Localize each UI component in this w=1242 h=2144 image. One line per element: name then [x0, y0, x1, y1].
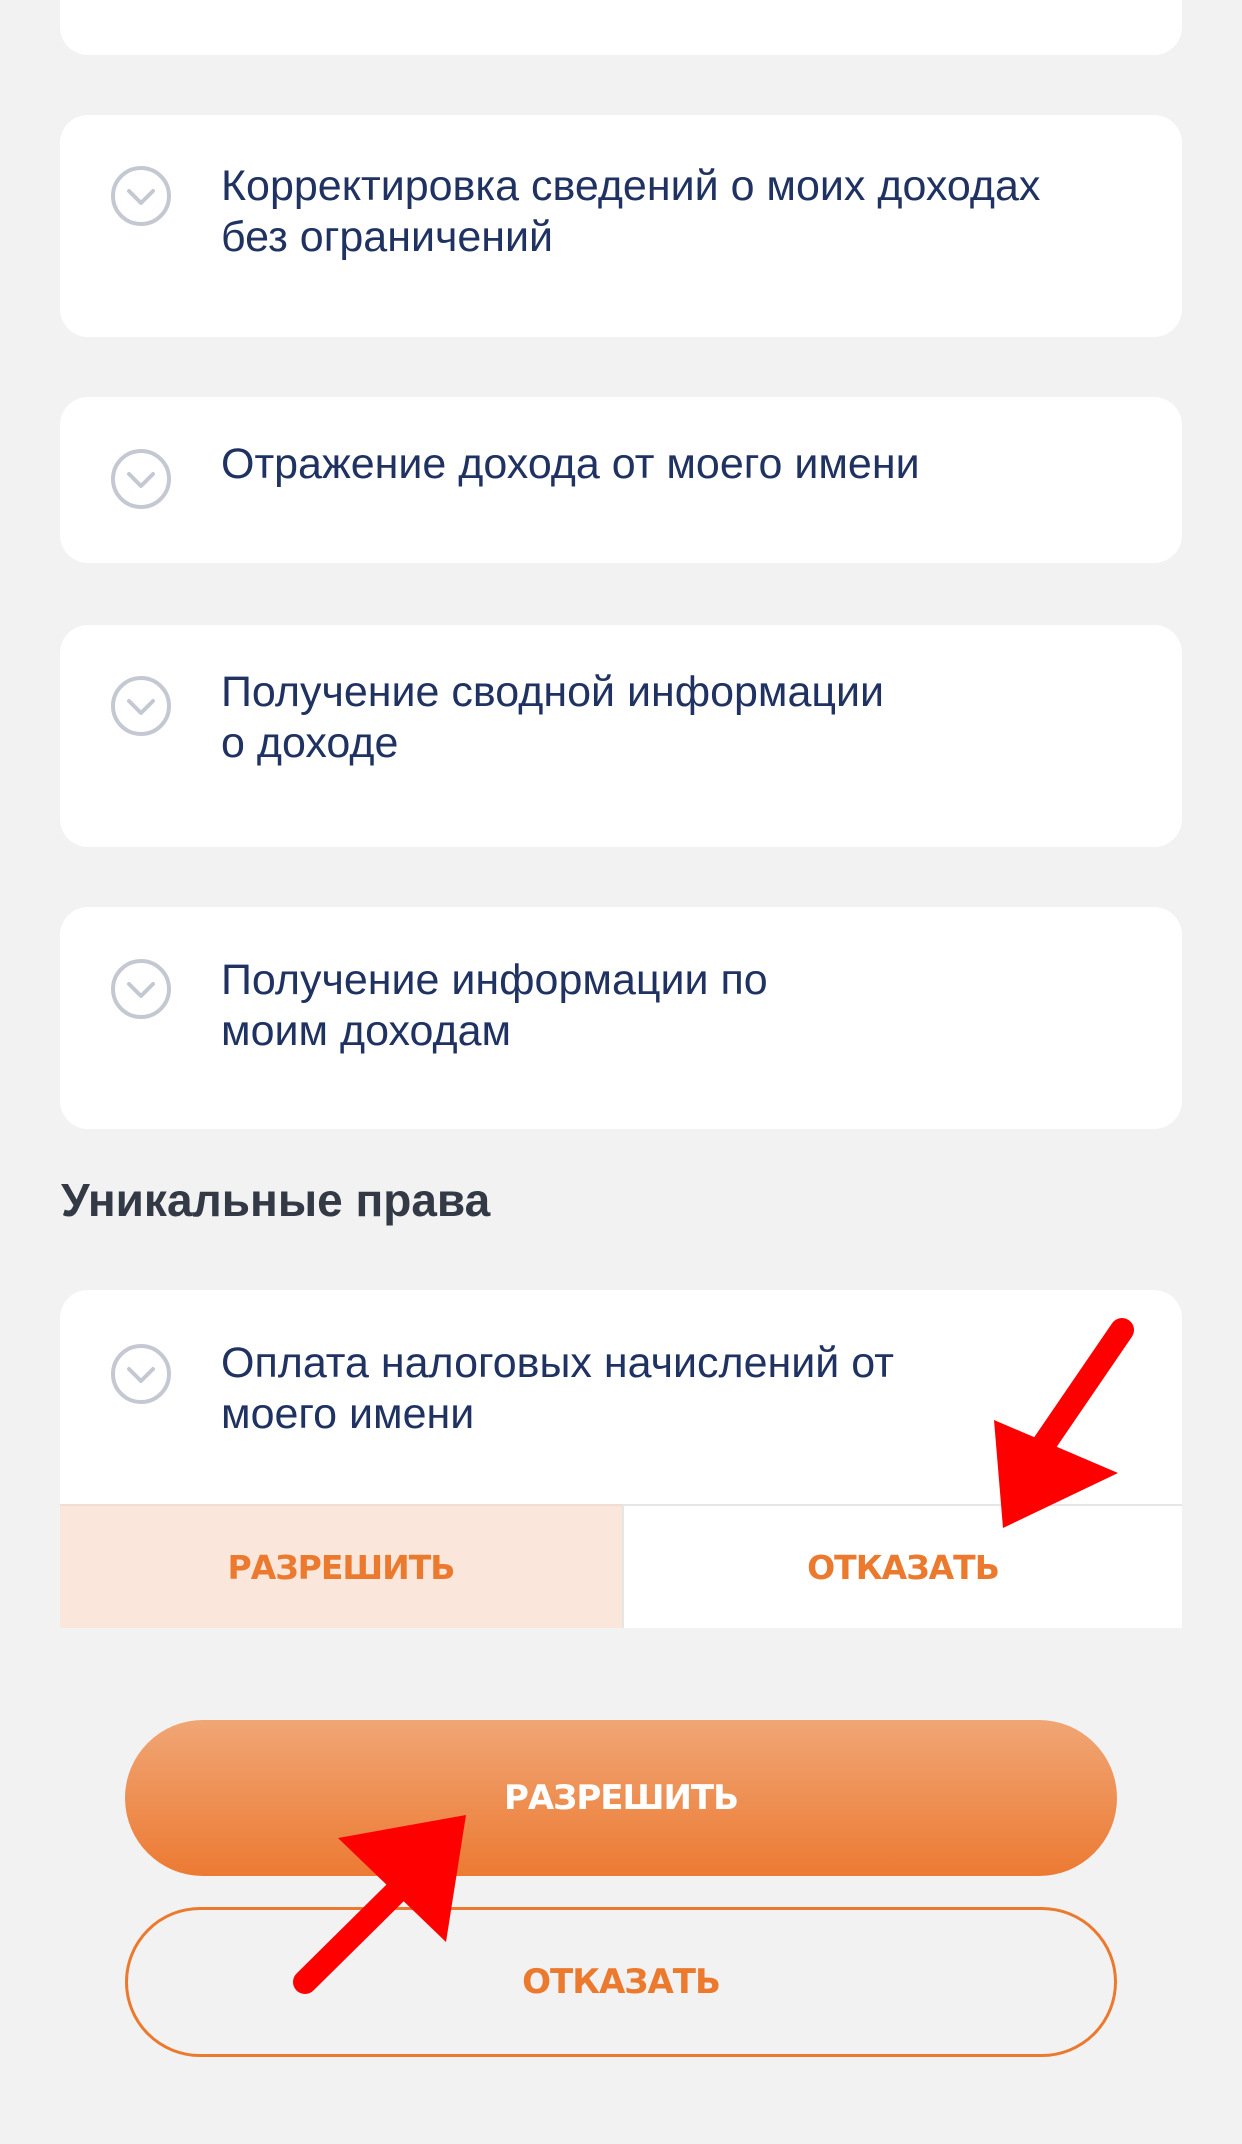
allow-all-button[interactable]: РАЗРЕШИТЬ: [125, 1720, 1117, 1876]
chevron-down-circle-icon[interactable]: [110, 165, 172, 227]
permission-card-summary-income-info[interactable]: Получение сводной информации о доходе: [60, 625, 1182, 847]
chevron-down-circle-icon[interactable]: [110, 1343, 172, 1405]
permission-card-title: Отражение дохода от моего имени: [221, 440, 920, 488]
permission-card-income-on-my-behalf[interactable]: Отражение дохода от моего имени: [60, 397, 1182, 563]
section-heading-unique-rights: Уникальные права: [61, 1174, 491, 1226]
card-deny-button[interactable]: ОТКАЗАТЬ: [622, 1504, 1182, 1628]
permission-card-title: Оплата налоговых начислений от моего име…: [221, 1339, 894, 1438]
chevron-down-circle-icon[interactable]: [110, 958, 172, 1020]
permission-card-title: Получение информации по моим доходам: [221, 956, 768, 1055]
permission-card-title: Корректировка сведений о моих доходах бе…: [221, 162, 1041, 261]
chevron-down-circle-icon[interactable]: [110, 675, 172, 737]
card-allow-button[interactable]: РАЗРЕШИТЬ: [60, 1504, 622, 1628]
permission-card-income-correction[interactable]: Корректировка сведений о моих доходах бе…: [60, 115, 1182, 337]
permission-card-income-info[interactable]: Получение информации по моим доходам: [60, 907, 1182, 1129]
permission-card-title: Получение сводной информации о доходе: [221, 668, 885, 767]
permission-card-partial: [60, 0, 1182, 55]
chevron-down-circle-icon[interactable]: [110, 448, 172, 510]
deny-all-button[interactable]: ОТКАЗАТЬ: [125, 1907, 1117, 2057]
